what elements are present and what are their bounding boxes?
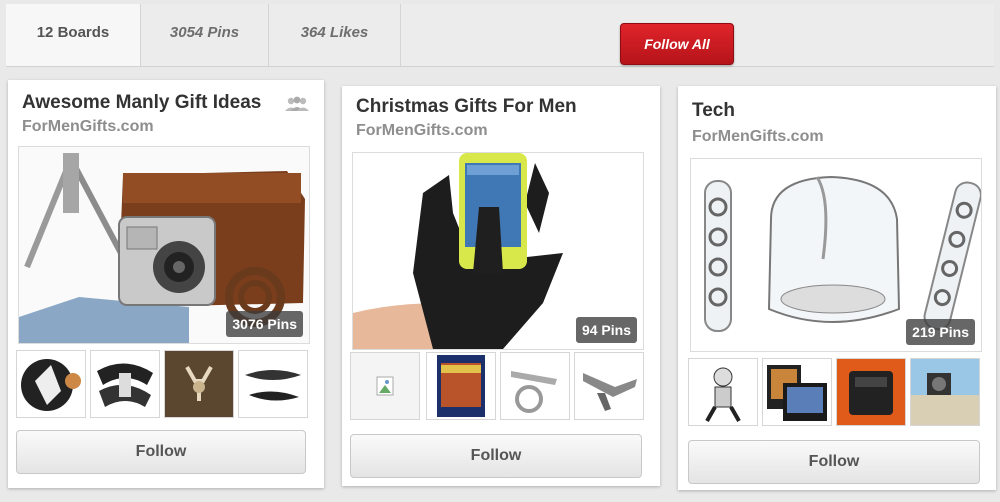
board-thumbnail[interactable]	[688, 358, 758, 426]
board-cover-image[interactable]: 3076 Pins	[18, 146, 310, 344]
follow-all-button[interactable]: Follow All	[620, 23, 734, 65]
board-thumbnail[interactable]	[910, 358, 980, 426]
follow-board-button[interactable]: Follow	[350, 434, 642, 478]
profile-boards-page: 12 Boards 3054 Pins 364 Likes Follow All…	[0, 0, 1000, 502]
board-card-manly-gifts[interactable]: Awesome Manly Gift Ideas ForMenGifts.com	[8, 80, 324, 488]
board-thumbnail[interactable]	[426, 352, 496, 420]
board-thumbnail[interactable]	[90, 350, 160, 418]
board-cover-image[interactable]: 219 Pins	[690, 158, 982, 352]
board-thumbnail[interactable]	[238, 350, 308, 418]
group-board-icon	[285, 96, 309, 111]
board-source: ForMenGifts.com	[692, 128, 824, 145]
pin-count-badge: 219 Pins	[906, 319, 975, 345]
board-thumbnail-placeholder[interactable]	[350, 352, 420, 420]
profile-stats-bar: 12 Boards 3054 Pins 364 Likes Follow All	[6, 4, 994, 67]
pin-count-badge: 94 Pins	[575, 317, 637, 343]
board-source: ForMenGifts.com	[22, 118, 154, 135]
board-thumbnail[interactable]	[16, 350, 86, 418]
board-title[interactable]: Tech	[692, 100, 735, 122]
board-thumbnail[interactable]	[574, 352, 644, 420]
tab-pins[interactable]: 3054 Pins	[141, 4, 269, 66]
board-thumbnail[interactable]	[164, 350, 234, 418]
tab-boards[interactable]: 12 Boards	[6, 4, 141, 66]
tab-likes[interactable]: 364 Likes	[269, 4, 401, 66]
follow-board-button[interactable]: Follow	[688, 440, 980, 484]
board-cover-image[interactable]: 94 Pins	[352, 152, 644, 350]
board-card-tech[interactable]: Tech ForMenGifts.com 219 Pins Follow	[678, 86, 996, 490]
board-title[interactable]: Christmas Gifts For Men	[356, 96, 577, 118]
board-card-christmas-gifts[interactable]: Christmas Gifts For Men ForMenGifts.com …	[342, 86, 660, 486]
pin-count-badge: 3076 Pins	[226, 311, 303, 337]
board-thumbnail[interactable]	[500, 352, 570, 420]
board-thumbnail[interactable]	[762, 358, 832, 426]
board-title[interactable]: Awesome Manly Gift Ideas	[22, 92, 261, 114]
board-source: ForMenGifts.com	[356, 122, 488, 139]
board-thumbnail[interactable]	[836, 358, 906, 426]
follow-board-button[interactable]: Follow	[16, 430, 306, 474]
